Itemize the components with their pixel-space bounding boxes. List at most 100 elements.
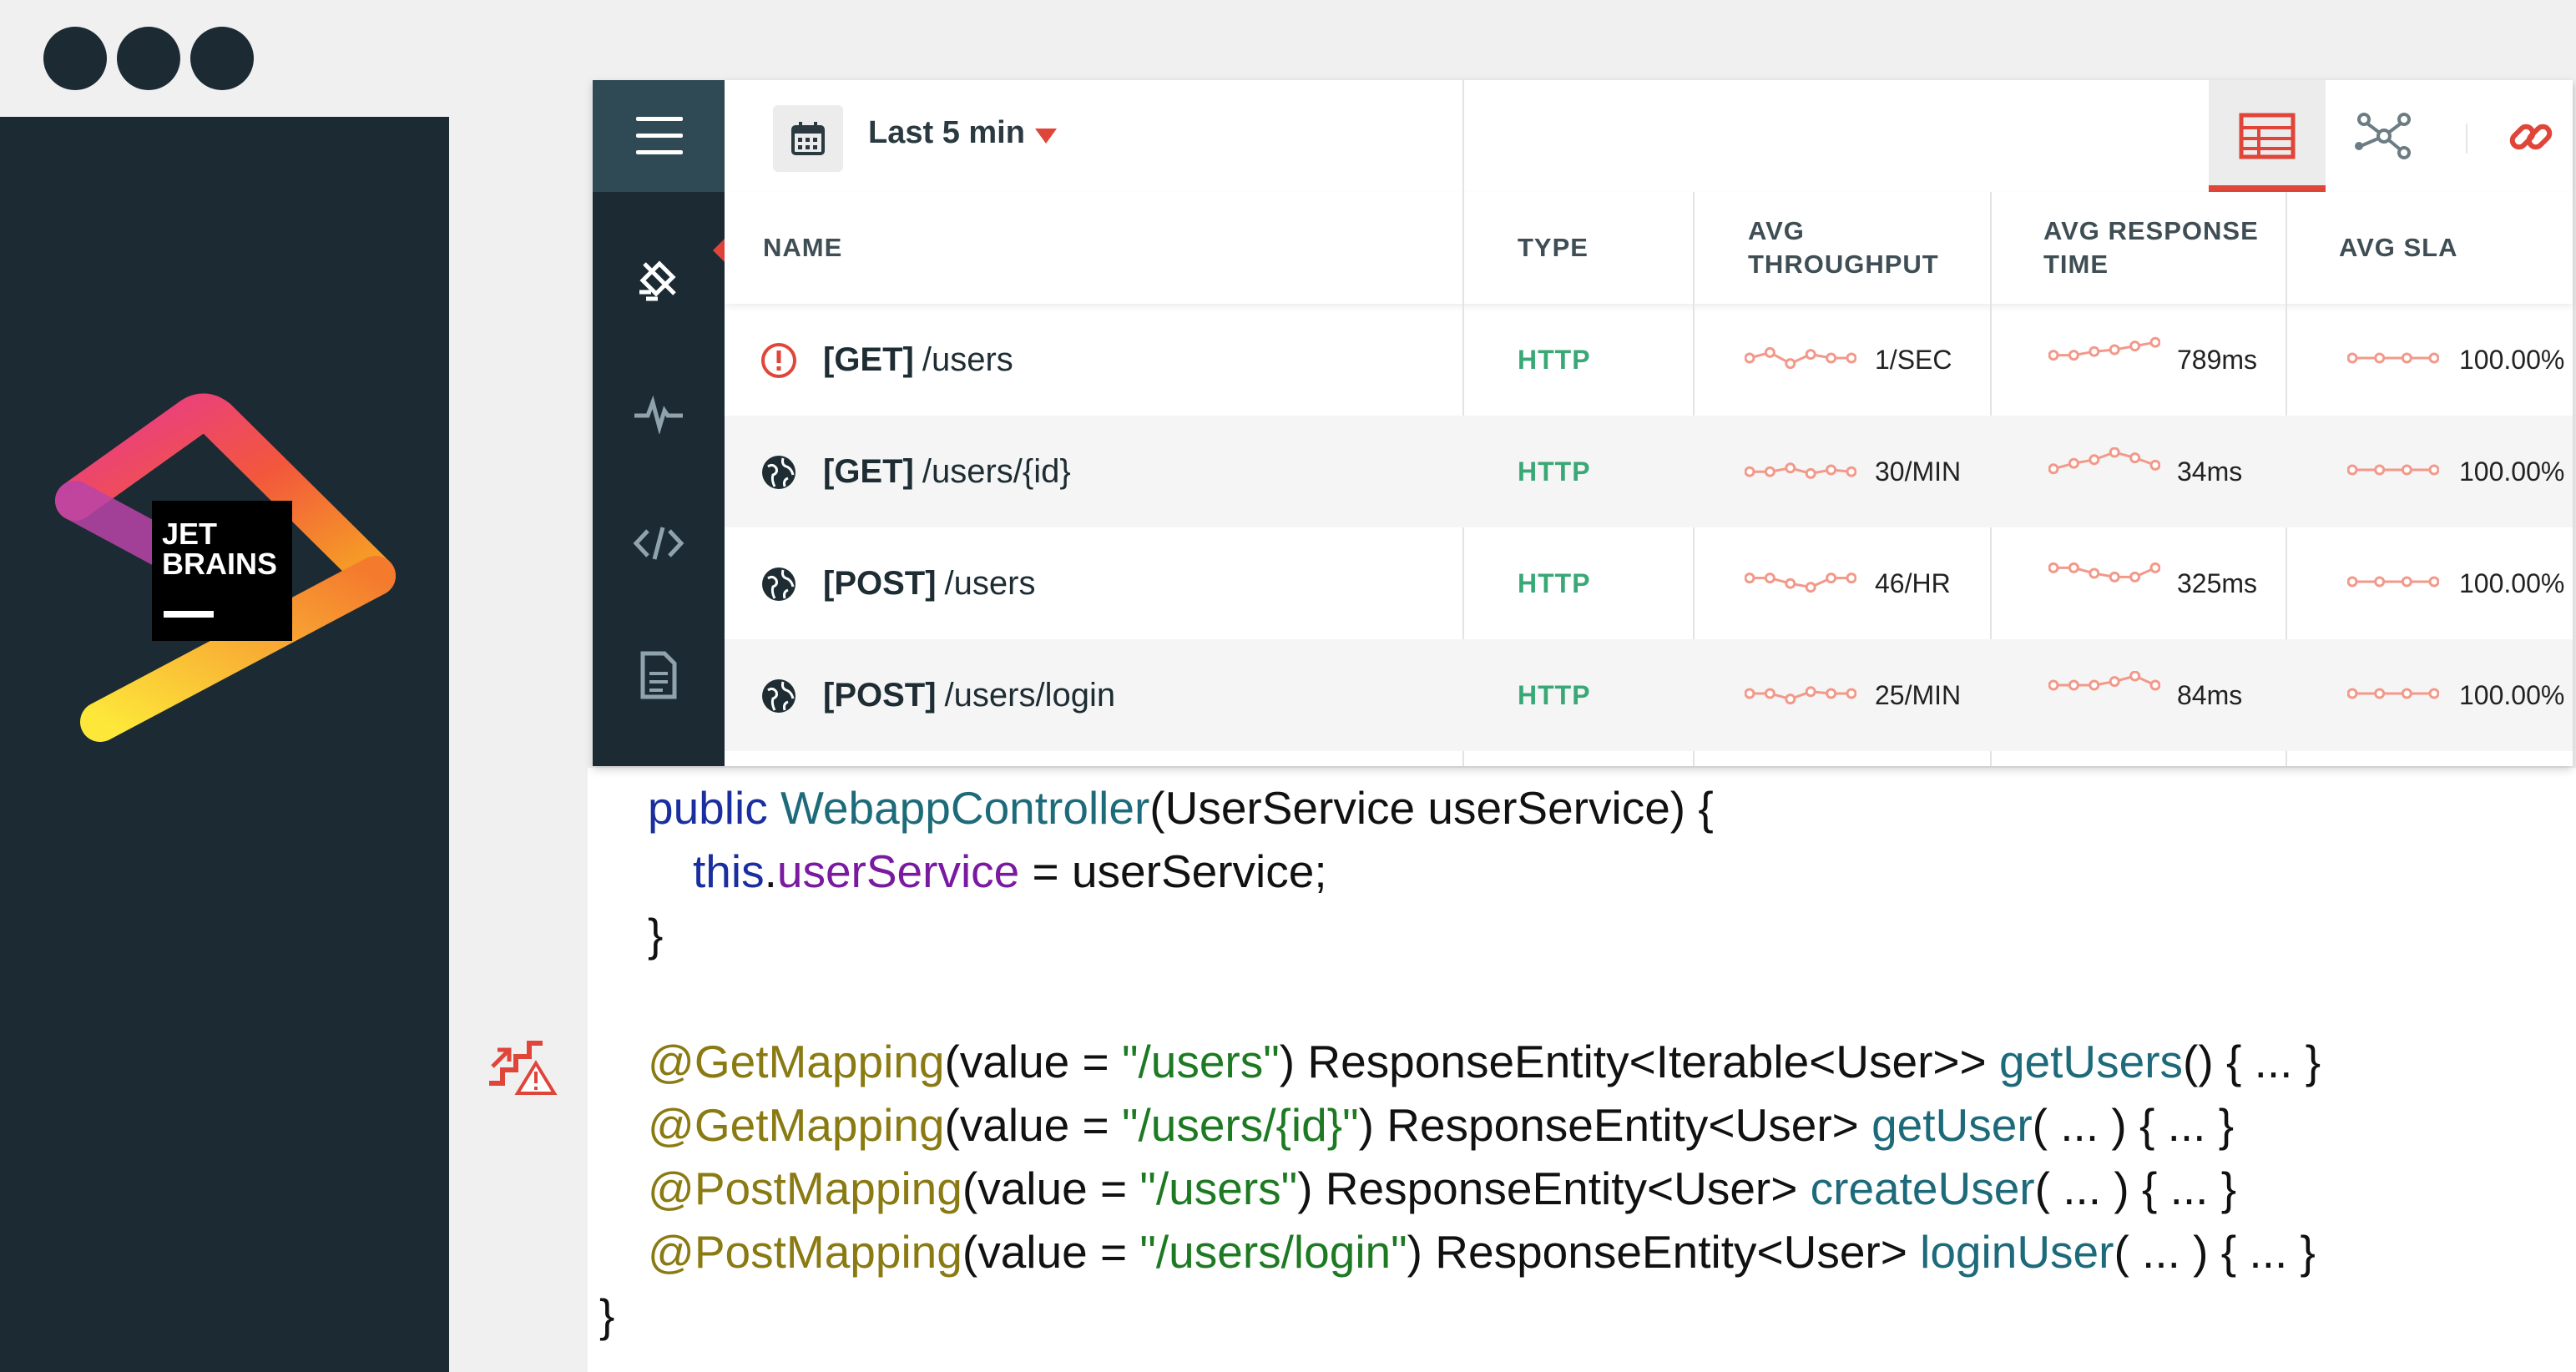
table-row[interactable]: [POST]/users/login HTTP 25/MIN 84ms 100.00%: [725, 639, 2573, 751]
sparkline-point: [1764, 466, 1775, 477]
performance-anomaly-icon[interactable]: [484, 1028, 559, 1095]
sparkline-point: [2089, 454, 2100, 466]
sparkline-point: [2149, 336, 2160, 348]
endpoint-name[interactable]: [GET]/users: [823, 304, 1013, 416]
code-line-class-close[interactable]: }: [599, 1284, 614, 1347]
endpoint-type: HTTP: [1518, 679, 1591, 710]
throughput-value: 46/HR: [1875, 567, 1951, 598]
globe-icon: [762, 679, 796, 713]
sparkline-point: [2401, 352, 2412, 364]
sparkline-point: [1785, 694, 1796, 705]
sparkline-point: [1745, 573, 1755, 584]
sla-value: 100.00%: [2459, 567, 2565, 598]
pulse-icon[interactable]: [629, 384, 688, 442]
sparkline-point: [1764, 346, 1775, 358]
sparkline-point: [1805, 686, 1816, 698]
code-line-assignment[interactable]: this.userService = userService;: [693, 840, 1327, 903]
sparkline-point: [1826, 688, 1837, 699]
sparkline-point: [2068, 562, 2079, 573]
endpoint-type: HTTP: [1518, 344, 1591, 375]
sparkline-chart: [2347, 352, 2439, 364]
endpoint-type: HTTP: [1518, 456, 1591, 487]
tab-graph-view[interactable]: [2326, 80, 2442, 192]
table-row[interactable]: [POST]/users HTTP 46/HR 325ms 100.00%: [725, 527, 2573, 639]
time-range-select[interactable]: Last 5 min: [868, 115, 1025, 151]
endpoint-name[interactable]: [POST]/users/login: [823, 639, 1115, 751]
sparkline-point: [1785, 578, 1796, 589]
sparkline-point: [2048, 350, 2059, 361]
code-line-getuser[interactable]: @GetMapping(value = "/users/{id}") Respo…: [648, 1093, 2234, 1157]
response-time-value: 34ms: [2177, 456, 2243, 487]
sparkline-point: [2347, 352, 2358, 364]
sparkline-point: [1846, 352, 1856, 364]
table-row[interactable]: [GET]/users/{id} HTTP 30/MIN 34ms 100.00%: [725, 416, 2573, 527]
sparkline-point: [2048, 679, 2059, 691]
sparkline-point: [1764, 688, 1775, 699]
sparkline-chart: [2048, 671, 2160, 691]
sparkline-point: [2347, 576, 2358, 588]
sparkline-chart: [2048, 562, 2160, 583]
sparkline-point: [1846, 466, 1856, 477]
sparkline-point: [1764, 573, 1775, 584]
sparkline-point: [2428, 464, 2439, 476]
sparkline-point: [1826, 352, 1837, 364]
sparkline-point: [2129, 671, 2141, 682]
calendar-icon: [791, 122, 825, 155]
window-dot-1[interactable]: [43, 27, 107, 90]
throughput-value: 30/MIN: [1875, 456, 1962, 487]
sparkline-point: [2374, 352, 2386, 364]
http-method: [GET]: [823, 340, 914, 378]
code-line-createuser[interactable]: @PostMapping(value = "/users") ResponseE…: [648, 1157, 2236, 1220]
table-row[interactable]: [GET]/users HTTP 1/SEC 789ms 100.00%: [725, 304, 2573, 416]
sparkline-point: [2149, 679, 2160, 691]
sparkline-point: [1846, 573, 1856, 584]
alert-icon: [761, 343, 796, 378]
sparkline-point: [1745, 466, 1755, 477]
globe-icon: [762, 456, 796, 489]
sparkline-chart: [1745, 462, 1856, 479]
code-line-constructor[interactable]: public WebappController(UserService user…: [648, 776, 1714, 840]
sparkline-point: [2149, 459, 2160, 471]
code-icon[interactable]: [629, 514, 688, 573]
code-line-close-brace[interactable]: }: [648, 903, 663, 966]
endpoint-path: /users/login: [944, 676, 1116, 714]
calendar-button[interactable]: [773, 105, 843, 172]
endpoints-icon[interactable]: [629, 250, 688, 309]
chevron-down-icon[interactable]: [1035, 129, 1057, 144]
sparkline-point: [2428, 688, 2439, 699]
logo-text-2: BRAINS: [162, 547, 277, 581]
sparkline-point: [1805, 582, 1816, 593]
sparkline-point: [2347, 688, 2358, 699]
globe-icon: [762, 567, 796, 601]
sparkline-chart: [2048, 447, 2160, 475]
document-icon[interactable]: [629, 646, 688, 704]
sparkline-chart: [1745, 686, 1856, 705]
menu-button[interactable]: [593, 80, 725, 192]
sparkline-point: [2089, 346, 2100, 357]
column-header-sla[interactable]: AVG SLA: [2339, 192, 2458, 304]
window-dot-3[interactable]: [190, 27, 254, 90]
throughput-value: 1/SEC: [1875, 344, 1952, 375]
column-header-throughput[interactable]: AVG THROUGHPUT: [1748, 192, 1939, 304]
endpoint-name[interactable]: [POST]/users: [823, 527, 1035, 639]
sla-value: 100.00%: [2459, 679, 2565, 710]
code-line-getusers[interactable]: @GetMapping(value = "/users") ResponseEn…: [648, 1030, 2321, 1093]
sparkline-point: [2048, 562, 2059, 573]
sparkline-point: [1846, 688, 1856, 699]
window-dot-2[interactable]: [117, 27, 180, 90]
column-divider: [1462, 80, 1464, 192]
toolbar-divider: [2466, 124, 2467, 154]
endpoint-path: /users: [922, 340, 1013, 378]
endpoint-name[interactable]: [GET]/users/{id}: [823, 416, 1071, 527]
column-header-response-time[interactable]: AVG RESPONSE TIME: [2043, 192, 2259, 304]
column-header-name[interactable]: NAME: [763, 192, 842, 304]
copy-link-button[interactable]: [2499, 105, 2563, 169]
code-line-loginuser[interactable]: @PostMapping(value = "/users/login") Res…: [648, 1220, 2316, 1284]
sparkline-point: [2068, 679, 2079, 691]
sparkline-point: [2129, 340, 2141, 352]
sparkline-point: [2401, 688, 2412, 699]
graph-icon: [2355, 113, 2411, 159]
sparkline-point: [1745, 688, 1755, 699]
tab-table-view[interactable]: [2209, 80, 2326, 192]
column-header-type[interactable]: TYPE: [1518, 192, 1589, 304]
